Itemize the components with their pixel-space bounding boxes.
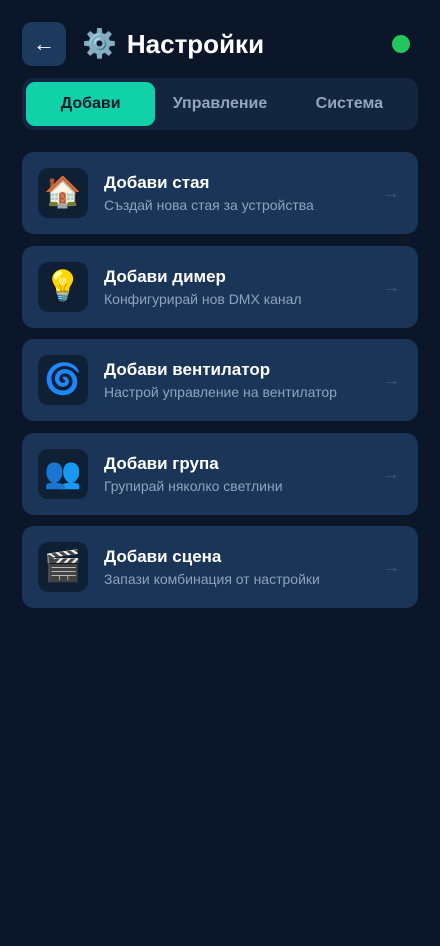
- back-arrow-icon: ←: [33, 31, 55, 56]
- connection-status-indicator: [392, 35, 410, 53]
- light-bulb-icon: 💡: [38, 261, 88, 312]
- tab-bar: Добави Управление Система: [22, 78, 418, 130]
- card-text: Добави димер Конфигурирай нов DMX канал: [104, 267, 302, 307]
- card-title: Добави стая: [104, 173, 210, 192]
- card-text: Добави вентилатор Настрой управление на …: [104, 360, 337, 400]
- card-subtitle: Групирай няколко светлини: [104, 477, 283, 494]
- arrow-right-icon: →: [382, 369, 400, 390]
- tab-add[interactable]: Добави: [26, 82, 156, 126]
- gear-icon: ⚙️: [82, 27, 117, 60]
- tab-system[interactable]: Система: [285, 82, 414, 126]
- card-subtitle: Създай нова стая за устройства: [104, 197, 314, 213]
- card-title: Добави сцена: [104, 547, 222, 566]
- add-fan-card[interactable]: 🌀 Добави вентилатор Настрой управление н…: [22, 339, 418, 421]
- card-subtitle: Настрой управление на вентилатор: [104, 384, 337, 400]
- arrow-right-icon: →: [382, 182, 400, 203]
- card-title: Добави вентилатор: [104, 360, 271, 379]
- back-button[interactable]: ←: [22, 22, 66, 66]
- arrow-right-icon: →: [382, 463, 400, 483]
- add-dimmer-card[interactable]: 💡 Добави димер Конфигурирай нов DMX кана…: [22, 245, 418, 328]
- group-icon: 👥: [38, 448, 88, 499]
- settings-page: ← ⚙️ Настройки Добави Управление Система…: [0, 0, 440, 946]
- card-text: Добави група Групирай няколко светлини: [104, 454, 283, 494]
- add-group-card[interactable]: 👥 Добави група Групирай няколко светлини…: [22, 432, 418, 515]
- card-text: Добави стая Създай нова стая за устройст…: [104, 173, 314, 213]
- page-title: Настройки: [126, 28, 265, 59]
- tab-control[interactable]: Управление: [155, 82, 284, 126]
- card-text: Добави сцена Запази комбинация от настро…: [104, 547, 320, 587]
- header: ← ⚙️ Настройки: [22, 22, 418, 66]
- add-scene-card[interactable]: 🎬 Добави сцена Запази комбинация от наст…: [22, 526, 418, 608]
- house-icon: 🏠: [38, 168, 88, 218]
- card-subtitle: Запази комбинация от настройки: [104, 571, 320, 587]
- clapper-board-icon: 🎬: [38, 542, 88, 592]
- card-title: Добави димер: [104, 266, 226, 286]
- cyclone-icon: 🌀: [38, 355, 88, 405]
- card-title: Добави група: [104, 453, 219, 473]
- action-list: 🏠 Добави стая Създай нова стая за устрой…: [22, 152, 418, 620]
- add-room-card[interactable]: 🏠 Добави стая Създай нова стая за устрой…: [22, 152, 418, 234]
- arrow-right-icon: →: [382, 556, 400, 577]
- arrow-right-icon: →: [382, 276, 400, 296]
- title-wrap: ⚙️ Настройки: [82, 29, 264, 60]
- card-subtitle: Конфигурирай нов DMX канал: [104, 290, 302, 307]
